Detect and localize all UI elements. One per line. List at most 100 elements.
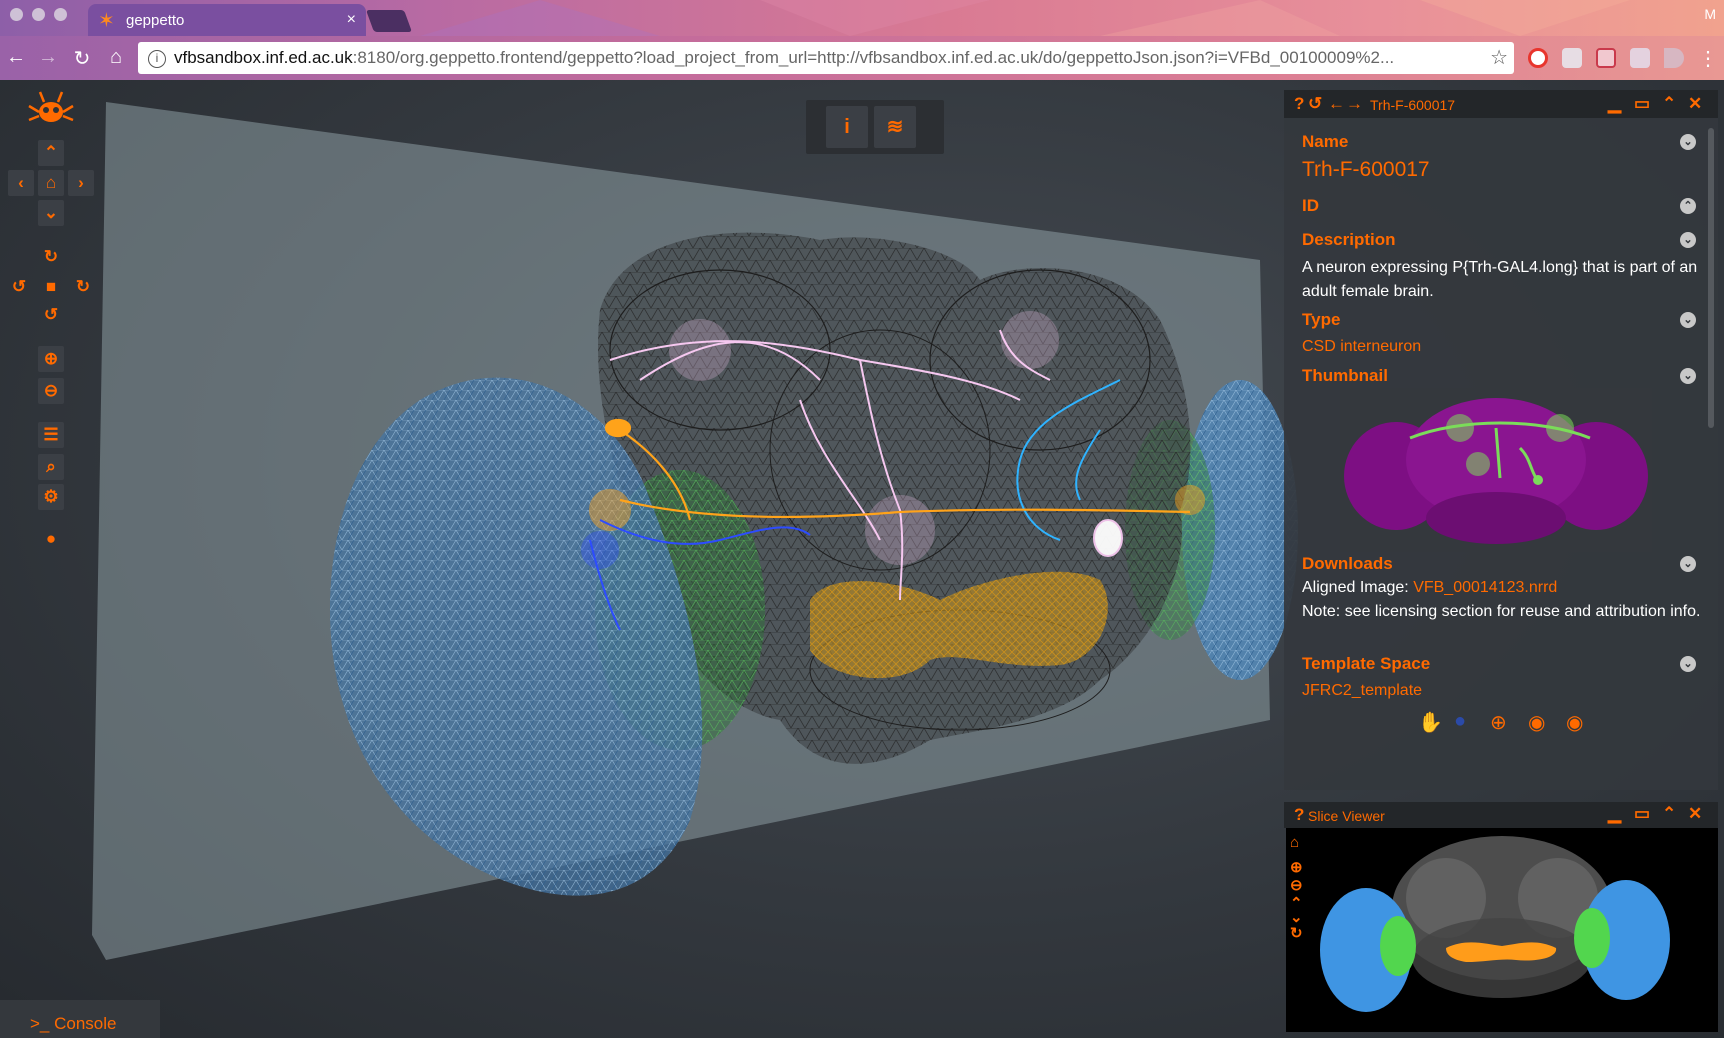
name-value: Trh-F-600017 <box>1302 158 1430 181</box>
panel-title: Trh-F-600017 <box>1370 97 1456 113</box>
minimize-icon[interactable]: ▁ <box>1608 804 1621 824</box>
slice-home-icon[interactable]: ⌂ <box>1290 834 1299 851</box>
zoom-in-icon[interactable]: ⊕ <box>38 346 64 372</box>
slice-viewer-canvas[interactable]: ⌂ ⊕ ⊖ ⌃ ⌄ ↻ <box>1286 828 1718 1032</box>
term-info-body: Name ⌄ Trh-F-600017 ID ⌃ Description ⌄ A… <box>1284 118 1718 790</box>
window-close-dot[interactable] <box>10 8 23 21</box>
url-path: :8180/org.geppetto.frontend/geppetto?loa… <box>352 48 1395 67</box>
term-info-header: ? ↺ ← → Trh-F-600017 ▁ ▭ ⌃ ✕ <box>1284 90 1718 118</box>
description-chevron-icon[interactable]: ⌄ <box>1680 232 1696 248</box>
search-icon[interactable]: ⌕ <box>38 454 64 480</box>
name-chevron-icon[interactable]: ⌄ <box>1680 134 1696 150</box>
description-value: A neuron expressing P{Trh-GAL4.long} tha… <box>1302 259 1698 300</box>
bookmark-star-icon[interactable]: ☆ <box>1490 42 1508 74</box>
close-icon[interactable]: ✕ <box>1688 804 1702 824</box>
downloads-label[interactable]: Downloads <box>1302 554 1393 574</box>
scrollbar[interactable] <box>1708 128 1714 428</box>
pan-down-button[interactable]: ⌄ <box>38 200 64 226</box>
panel-footer-actions: ✋ ● ⊕ ◉ ◉ <box>1284 710 1718 736</box>
browser-menu-icon[interactable]: ⋮ <box>1696 46 1720 71</box>
description-label[interactable]: Description <box>1302 230 1396 250</box>
home-view-button[interactable]: ⌂ <box>38 170 64 196</box>
window-minimize-dot[interactable] <box>32 8 45 21</box>
thumbnail-image[interactable] <box>1340 388 1652 552</box>
forward-icon[interactable]: → <box>1346 94 1363 114</box>
template-space-label[interactable]: Template Space <box>1302 654 1430 674</box>
rotate-down-icon[interactable]: ↺ <box>38 302 64 328</box>
rotate-right-icon[interactable]: ↻ <box>70 274 96 300</box>
chat-extension-icon[interactable] <box>1562 48 1582 68</box>
template-space-chevron-icon[interactable]: ⌄ <box>1680 656 1696 672</box>
name-label[interactable]: Name <box>1302 132 1348 152</box>
screen-extension-icon[interactable] <box>1596 48 1616 68</box>
help-icon[interactable]: ? <box>1294 94 1304 114</box>
rotate-up-icon[interactable]: ↻ <box>38 244 64 270</box>
layers-button[interactable]: ≋ <box>874 106 916 148</box>
github-icon[interactable]: ● <box>38 526 64 552</box>
collapse-icon[interactable]: ⌃ <box>1662 804 1676 824</box>
back-icon[interactable]: ← <box>1328 94 1345 114</box>
list-icon[interactable]: ☰ <box>38 422 64 448</box>
thumbnail-label[interactable]: Thumbnail <box>1302 366 1388 386</box>
home-page-icon[interactable]: ⌂ <box>104 46 128 69</box>
forward-arrow-icon[interactable]: → <box>36 46 60 69</box>
tab-close-icon[interactable]: × <box>347 11 356 29</box>
new-tab-button[interactable] <box>365 10 413 32</box>
history-icon[interactable]: ↺ <box>1308 94 1322 114</box>
console-tab[interactable]: >_ Console <box>0 1000 160 1038</box>
pan-left-button[interactable]: ‹ <box>8 170 34 196</box>
cast-extension-icon[interactable] <box>1664 48 1684 68</box>
maximize-icon[interactable]: ▭ <box>1634 804 1650 824</box>
geppetto-app: ⌃ ‹ ⌂ › ⌄ ↻ ↺ ■ ↻ ↺ ⊕ ⊖ ☰ ⌕ ⚙ ● i ≋ >_ C… <box>0 80 1724 1038</box>
aligned-image-prefix: Aligned Image: <box>1302 579 1414 596</box>
info-button[interactable]: i <box>826 106 868 148</box>
profile-initial[interactable]: M <box>1704 6 1716 22</box>
slice-viewer-panel: ? Slice Viewer ▁ ▭ ⌃ ✕ ⌂ ⊕ ⊖ ⌃ ⌄ ↻ <box>1284 802 1718 1038</box>
reload-icon[interactable]: ↻ <box>70 46 94 71</box>
slice-image[interactable] <box>1286 828 1718 1032</box>
minimize-icon[interactable]: ▁ <box>1608 94 1621 114</box>
back-arrow-icon[interactable]: ← <box>4 46 28 69</box>
downloads-chevron-icon[interactable]: ⌄ <box>1680 556 1696 572</box>
top-toolbar: i ≋ <box>806 100 944 154</box>
template-space-value-link[interactable]: JFRC2_template <box>1302 682 1422 700</box>
slice-zoom-in-icon[interactable]: ⊕ <box>1290 858 1303 876</box>
address-bar[interactable]: i vfbsandbox.inf.ed.ac.uk:8180/org.geppet… <box>138 42 1514 74</box>
geppetto-favicon-icon: ✶ <box>98 10 115 32</box>
mail-extension-icon[interactable] <box>1630 48 1650 68</box>
id-label[interactable]: ID <box>1302 196 1319 216</box>
pan-right-button[interactable]: › <box>68 170 94 196</box>
color-drop-icon[interactable]: ● <box>1454 710 1466 733</box>
tab-title: geppetto <box>126 12 185 29</box>
close-icon[interactable]: ✕ <box>1688 94 1702 114</box>
adblock-extension-icon[interactable] <box>1528 48 1548 68</box>
rotate-left-icon[interactable]: ↺ <box>6 274 32 300</box>
browser-tab-strip: ✶ geppetto × M <box>0 0 1724 36</box>
id-chevron-icon[interactable]: ⌃ <box>1680 198 1696 214</box>
zoom-out-icon[interactable]: ⊖ <box>38 378 64 404</box>
settings-icon[interactable]: ⚙ <box>38 484 64 510</box>
site-info-icon[interactable]: i <box>148 49 166 68</box>
thumbnail-chevron-icon[interactable]: ⌄ <box>1680 368 1696 384</box>
slice-rotate-icon[interactable]: ↻ <box>1290 924 1303 942</box>
term-info-panel: ? ↺ ← → Trh-F-600017 ▁ ▭ ⌃ ✕ Name ⌄ Trh-… <box>1284 90 1718 790</box>
camera-icon[interactable]: ■ <box>38 274 64 300</box>
type-label[interactable]: Type <box>1302 310 1340 330</box>
maximize-icon[interactable]: ▭ <box>1634 94 1650 114</box>
eye-icon[interactable]: ◉ <box>1566 710 1583 735</box>
url-host: vfbsandbox.inf.ed.ac.uk <box>174 48 353 67</box>
zoom-icon[interactable]: ⊕ <box>1490 710 1507 735</box>
type-chevron-icon[interactable]: ⌄ <box>1680 312 1696 328</box>
pan-up-button[interactable]: ⌃ <box>38 140 64 166</box>
browser-toolbar: ← → ↻ ⌂ i vfbsandbox.inf.ed.ac.uk:8180/or… <box>0 36 1724 80</box>
aligned-image-link[interactable]: VFB_00014123.nrrd <box>1413 579 1557 596</box>
window-zoom-dot[interactable] <box>54 8 67 21</box>
type-value-link[interactable]: CSD interneuron <box>1302 338 1421 356</box>
eye-icon[interactable]: ◉ <box>1528 710 1545 735</box>
tab-geppetto[interactable]: ✶ geppetto × <box>88 4 366 36</box>
collapse-icon[interactable]: ⌃ <box>1662 94 1676 114</box>
hand-icon[interactable]: ✋ <box>1418 710 1443 735</box>
slice-zoom-out-icon[interactable]: ⊖ <box>1290 876 1303 894</box>
aligned-image-line: Aligned Image: VFB_00014123.nrrd <box>1302 576 1702 600</box>
help-icon[interactable]: ? <box>1294 805 1304 825</box>
